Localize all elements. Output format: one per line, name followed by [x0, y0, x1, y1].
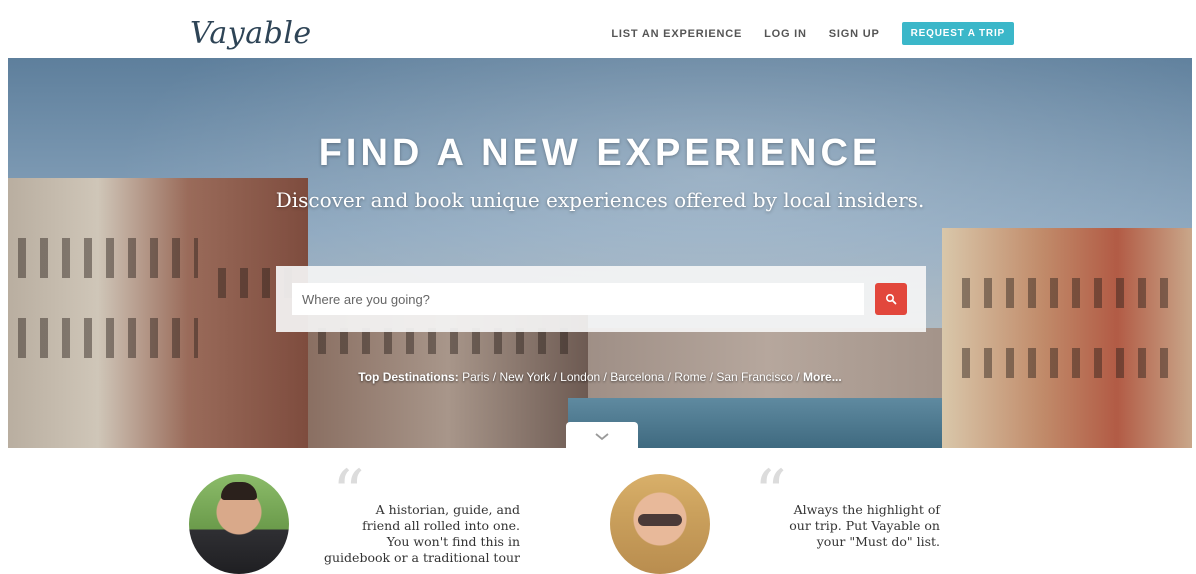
testimonial-quote-2: Always the highlight of our trip. Put Va… [789, 502, 940, 549]
testimonial-avatar-1 [189, 474, 289, 574]
request-trip-button[interactable]: REQUEST A TRIP [901, 22, 1014, 45]
hero-buildings-left [8, 178, 308, 448]
top-destinations: Top Destinations: Paris / New York / Lon… [358, 370, 842, 384]
search-button[interactable] [875, 283, 907, 315]
nav-links: LIST AN EXPERIENCE LOG IN SIGN UP REQUES… [611, 22, 1014, 45]
building-windows [18, 238, 198, 278]
destination-link-rome[interactable]: Rome [674, 370, 706, 384]
building-windows [18, 318, 198, 358]
nav-list-experience[interactable]: LIST AN EXPERIENCE [611, 28, 742, 40]
top-destinations-label: Top Destinations: [358, 370, 459, 384]
avatar-sunglasses [638, 514, 682, 526]
scroll-down-tab[interactable] [566, 422, 638, 448]
hero-buildings-middle [588, 328, 948, 398]
hero-banner: FIND A NEW EXPERIENCE Discover and book … [8, 58, 1192, 448]
testimonial-avatar-2 [610, 474, 710, 574]
nav-sign-up[interactable]: SIGN UP [829, 28, 880, 40]
hero-subtitle: Discover and book unique experiences off… [275, 188, 925, 212]
destination-link-london[interactable]: London [560, 370, 600, 384]
chevron-down-icon [595, 433, 609, 441]
destination-link-more[interactable]: More... [803, 370, 842, 384]
search-panel [276, 266, 926, 332]
destination-search-input[interactable] [292, 283, 864, 315]
destination-link-barcelona[interactable]: Barcelona [610, 370, 664, 384]
testimonial-quote-1: A historian, guide, and friend all rolle… [324, 502, 520, 565]
hero-title: FIND A NEW EXPERIENCE [318, 132, 882, 174]
top-navigation-bar: Vayable LIST AN EXPERIENCE LOG IN SIGN U… [8, 8, 1192, 58]
search-icon [885, 293, 897, 305]
nav-log-in[interactable]: LOG IN [764, 28, 807, 40]
destination-link-new-york[interactable]: New York [499, 370, 550, 384]
building-windows [962, 278, 1172, 308]
vayable-logo[interactable]: Vayable [190, 16, 312, 51]
hero-buildings-right [942, 228, 1192, 448]
destination-link-san-francisco[interactable]: San Francisco [716, 370, 793, 384]
destination-link-paris[interactable]: Paris [462, 370, 489, 384]
avatar-hair [221, 482, 257, 500]
